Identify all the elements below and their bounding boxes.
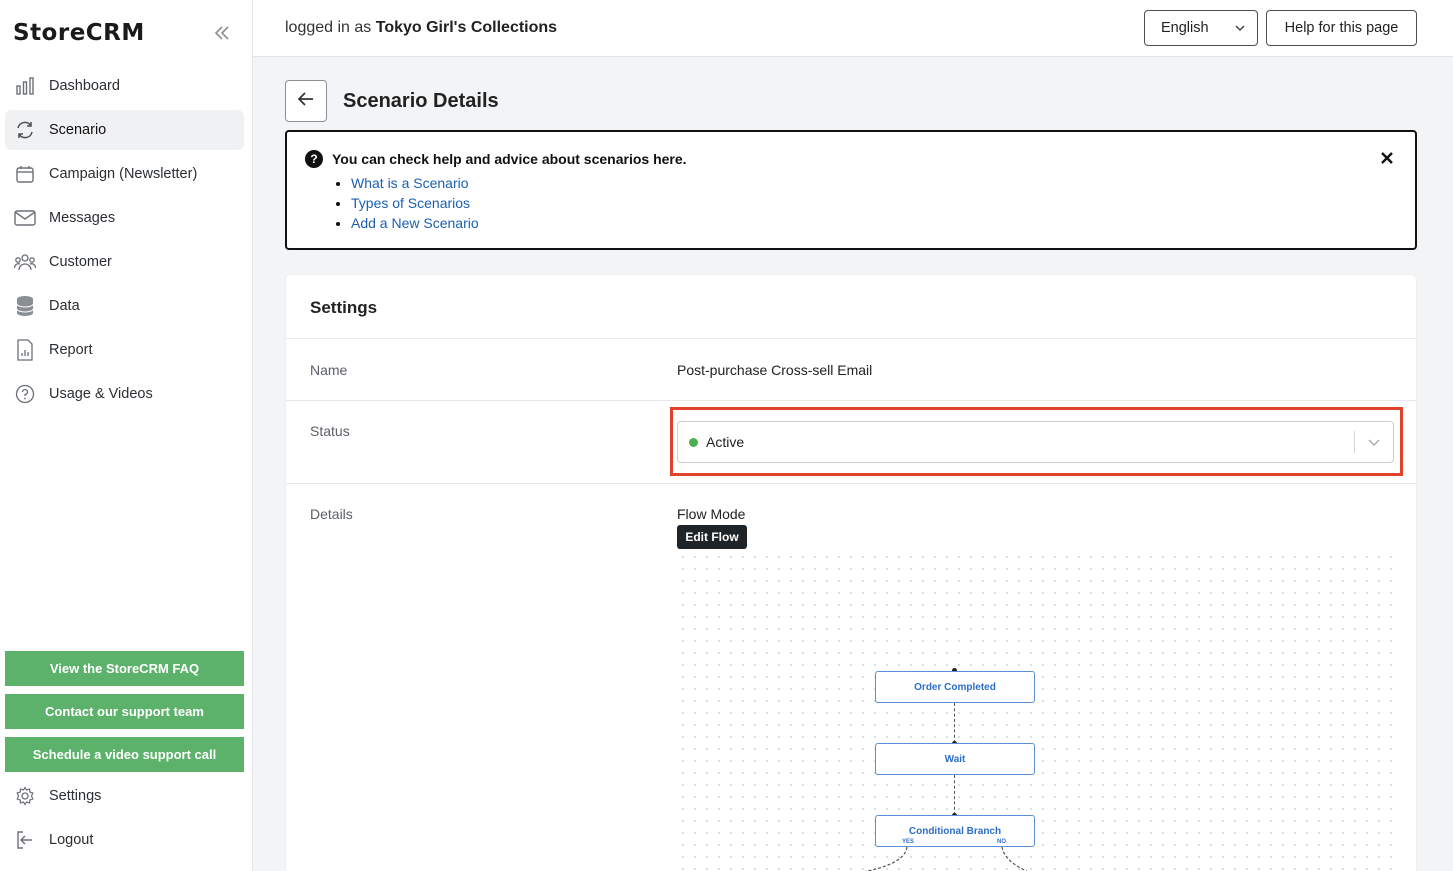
help-box-title: You can check help and advice about scen… bbox=[332, 151, 687, 167]
sidebar-item-settings[interactable]: Settings bbox=[5, 776, 244, 816]
settings-title: Settings bbox=[310, 298, 378, 317]
faq-button[interactable]: View the StoreCRM FAQ bbox=[5, 651, 244, 686]
close-icon[interactable] bbox=[1377, 148, 1397, 168]
divider bbox=[286, 483, 1416, 484]
arrow-left-icon bbox=[296, 89, 316, 114]
help-link-what-is-scenario[interactable]: What is a Scenario bbox=[351, 173, 479, 193]
flow-edge bbox=[954, 703, 955, 743]
chevron-down-icon bbox=[1233, 21, 1247, 39]
gear-icon bbox=[14, 785, 36, 807]
edit-flow-button[interactable]: Edit Flow bbox=[677, 525, 747, 549]
sidebar-item-label: Report bbox=[49, 342, 93, 358]
language-value: English bbox=[1161, 20, 1209, 36]
help-circle-icon bbox=[14, 383, 36, 405]
name-value: Post-purchase Cross-sell Email bbox=[677, 362, 873, 378]
top-bar: logged in as Tokyo Girl's Collections En… bbox=[253, 0, 1453, 57]
flow-mode-label: Flow Mode bbox=[677, 506, 746, 522]
contact-support-button[interactable]: Contact our support team bbox=[5, 694, 244, 729]
status-value: Active bbox=[706, 434, 745, 450]
help-page-button[interactable]: Help for this page bbox=[1266, 10, 1417, 46]
bar-chart-icon bbox=[14, 75, 36, 97]
report-icon bbox=[14, 339, 36, 361]
sidebar-item-label: Scenario bbox=[49, 122, 107, 138]
sidebar-item-label: Dashboard bbox=[49, 78, 120, 94]
database-icon bbox=[14, 295, 36, 317]
flow-edge bbox=[954, 775, 955, 815]
back-button[interactable] bbox=[285, 80, 327, 122]
flow-node-conditional-branch[interactable]: Conditional Branch bbox=[875, 815, 1035, 847]
sidebar-item-label: Logout bbox=[49, 832, 94, 848]
users-icon bbox=[14, 251, 36, 273]
status-label: Status bbox=[310, 423, 350, 439]
sidebar-item-logout[interactable]: Logout bbox=[5, 820, 244, 860]
help-link-add-scenario[interactable]: Add a New Scenario bbox=[351, 213, 479, 233]
sidebar-item-label: Messages bbox=[49, 210, 116, 226]
login-prefix: logged in as bbox=[285, 19, 376, 36]
refresh-icon bbox=[14, 119, 36, 141]
branch-edges bbox=[864, 847, 1029, 871]
help-link-types-of-scenarios[interactable]: Types of Scenarios bbox=[351, 193, 479, 213]
chevron-down-icon bbox=[1367, 435, 1381, 454]
collapse-sidebar-icon[interactable] bbox=[212, 24, 232, 44]
language-select[interactable]: English bbox=[1144, 10, 1258, 46]
sidebar-item-label: Settings bbox=[49, 788, 102, 804]
sidebar-bottom-nav: Settings Logout bbox=[5, 776, 244, 864]
settings-card: Settings Name Post-purchase Cross-sell E… bbox=[285, 274, 1417, 871]
calendar-icon bbox=[14, 163, 36, 185]
flow-node-order-completed[interactable]: Order Completed bbox=[875, 671, 1035, 703]
video-support-button[interactable]: Schedule a video support call bbox=[5, 737, 244, 772]
select-separator bbox=[1354, 431, 1355, 453]
sidebar-item-data[interactable]: Data bbox=[5, 286, 244, 326]
sidebar-nav: Dashboard Scenario Campaign (Newsletter)… bbox=[5, 66, 244, 418]
sidebar-item-label: Campaign (Newsletter) bbox=[49, 166, 198, 182]
question-icon: ? bbox=[305, 150, 323, 168]
sidebar-item-usage-videos[interactable]: Usage & Videos bbox=[5, 374, 244, 414]
details-label: Details bbox=[310, 506, 353, 522]
name-label: Name bbox=[310, 362, 348, 378]
divider bbox=[286, 338, 1416, 339]
help-box: ? You can check help and advice about sc… bbox=[285, 130, 1417, 250]
sidebar-item-report[interactable]: Report bbox=[5, 330, 244, 370]
branch-no-label: NO bbox=[997, 839, 1006, 845]
sidebar-item-messages[interactable]: Messages bbox=[5, 198, 244, 238]
store-name: Tokyo Girl's Collections bbox=[375, 19, 558, 36]
mail-icon bbox=[14, 207, 36, 229]
branch-yes-label: YES bbox=[902, 839, 915, 845]
sidebar-item-scenario[interactable]: Scenario bbox=[5, 110, 244, 150]
sidebar-item-campaign[interactable]: Campaign (Newsletter) bbox=[5, 154, 244, 194]
sidebar-item-customer[interactable]: Customer bbox=[5, 242, 244, 282]
divider bbox=[286, 400, 1416, 401]
status-active-dot bbox=[689, 438, 698, 447]
help-links: What is a Scenario Types of Scenarios Ad… bbox=[351, 173, 479, 233]
login-status: logged in as Tokyo Girl's Collections bbox=[285, 19, 557, 37]
logout-icon bbox=[14, 829, 36, 851]
sidebar: StoreCRM Dashboard Scenario Campaign (Ne… bbox=[0, 0, 253, 871]
sidebar-item-label: Customer bbox=[49, 254, 112, 270]
sidebar-item-label: Usage & Videos bbox=[49, 386, 153, 402]
status-select[interactable]: Active bbox=[677, 421, 1394, 463]
sidebar-item-label: Data bbox=[49, 298, 80, 314]
page-title: Scenario Details bbox=[343, 90, 499, 112]
flow-canvas[interactable]: Order Completed Wait Conditional Branch … bbox=[677, 551, 1393, 871]
sidebar-item-dashboard[interactable]: Dashboard bbox=[5, 66, 244, 106]
app-logo: StoreCRM bbox=[13, 20, 145, 46]
flow-node-wait[interactable]: Wait bbox=[875, 743, 1035, 775]
